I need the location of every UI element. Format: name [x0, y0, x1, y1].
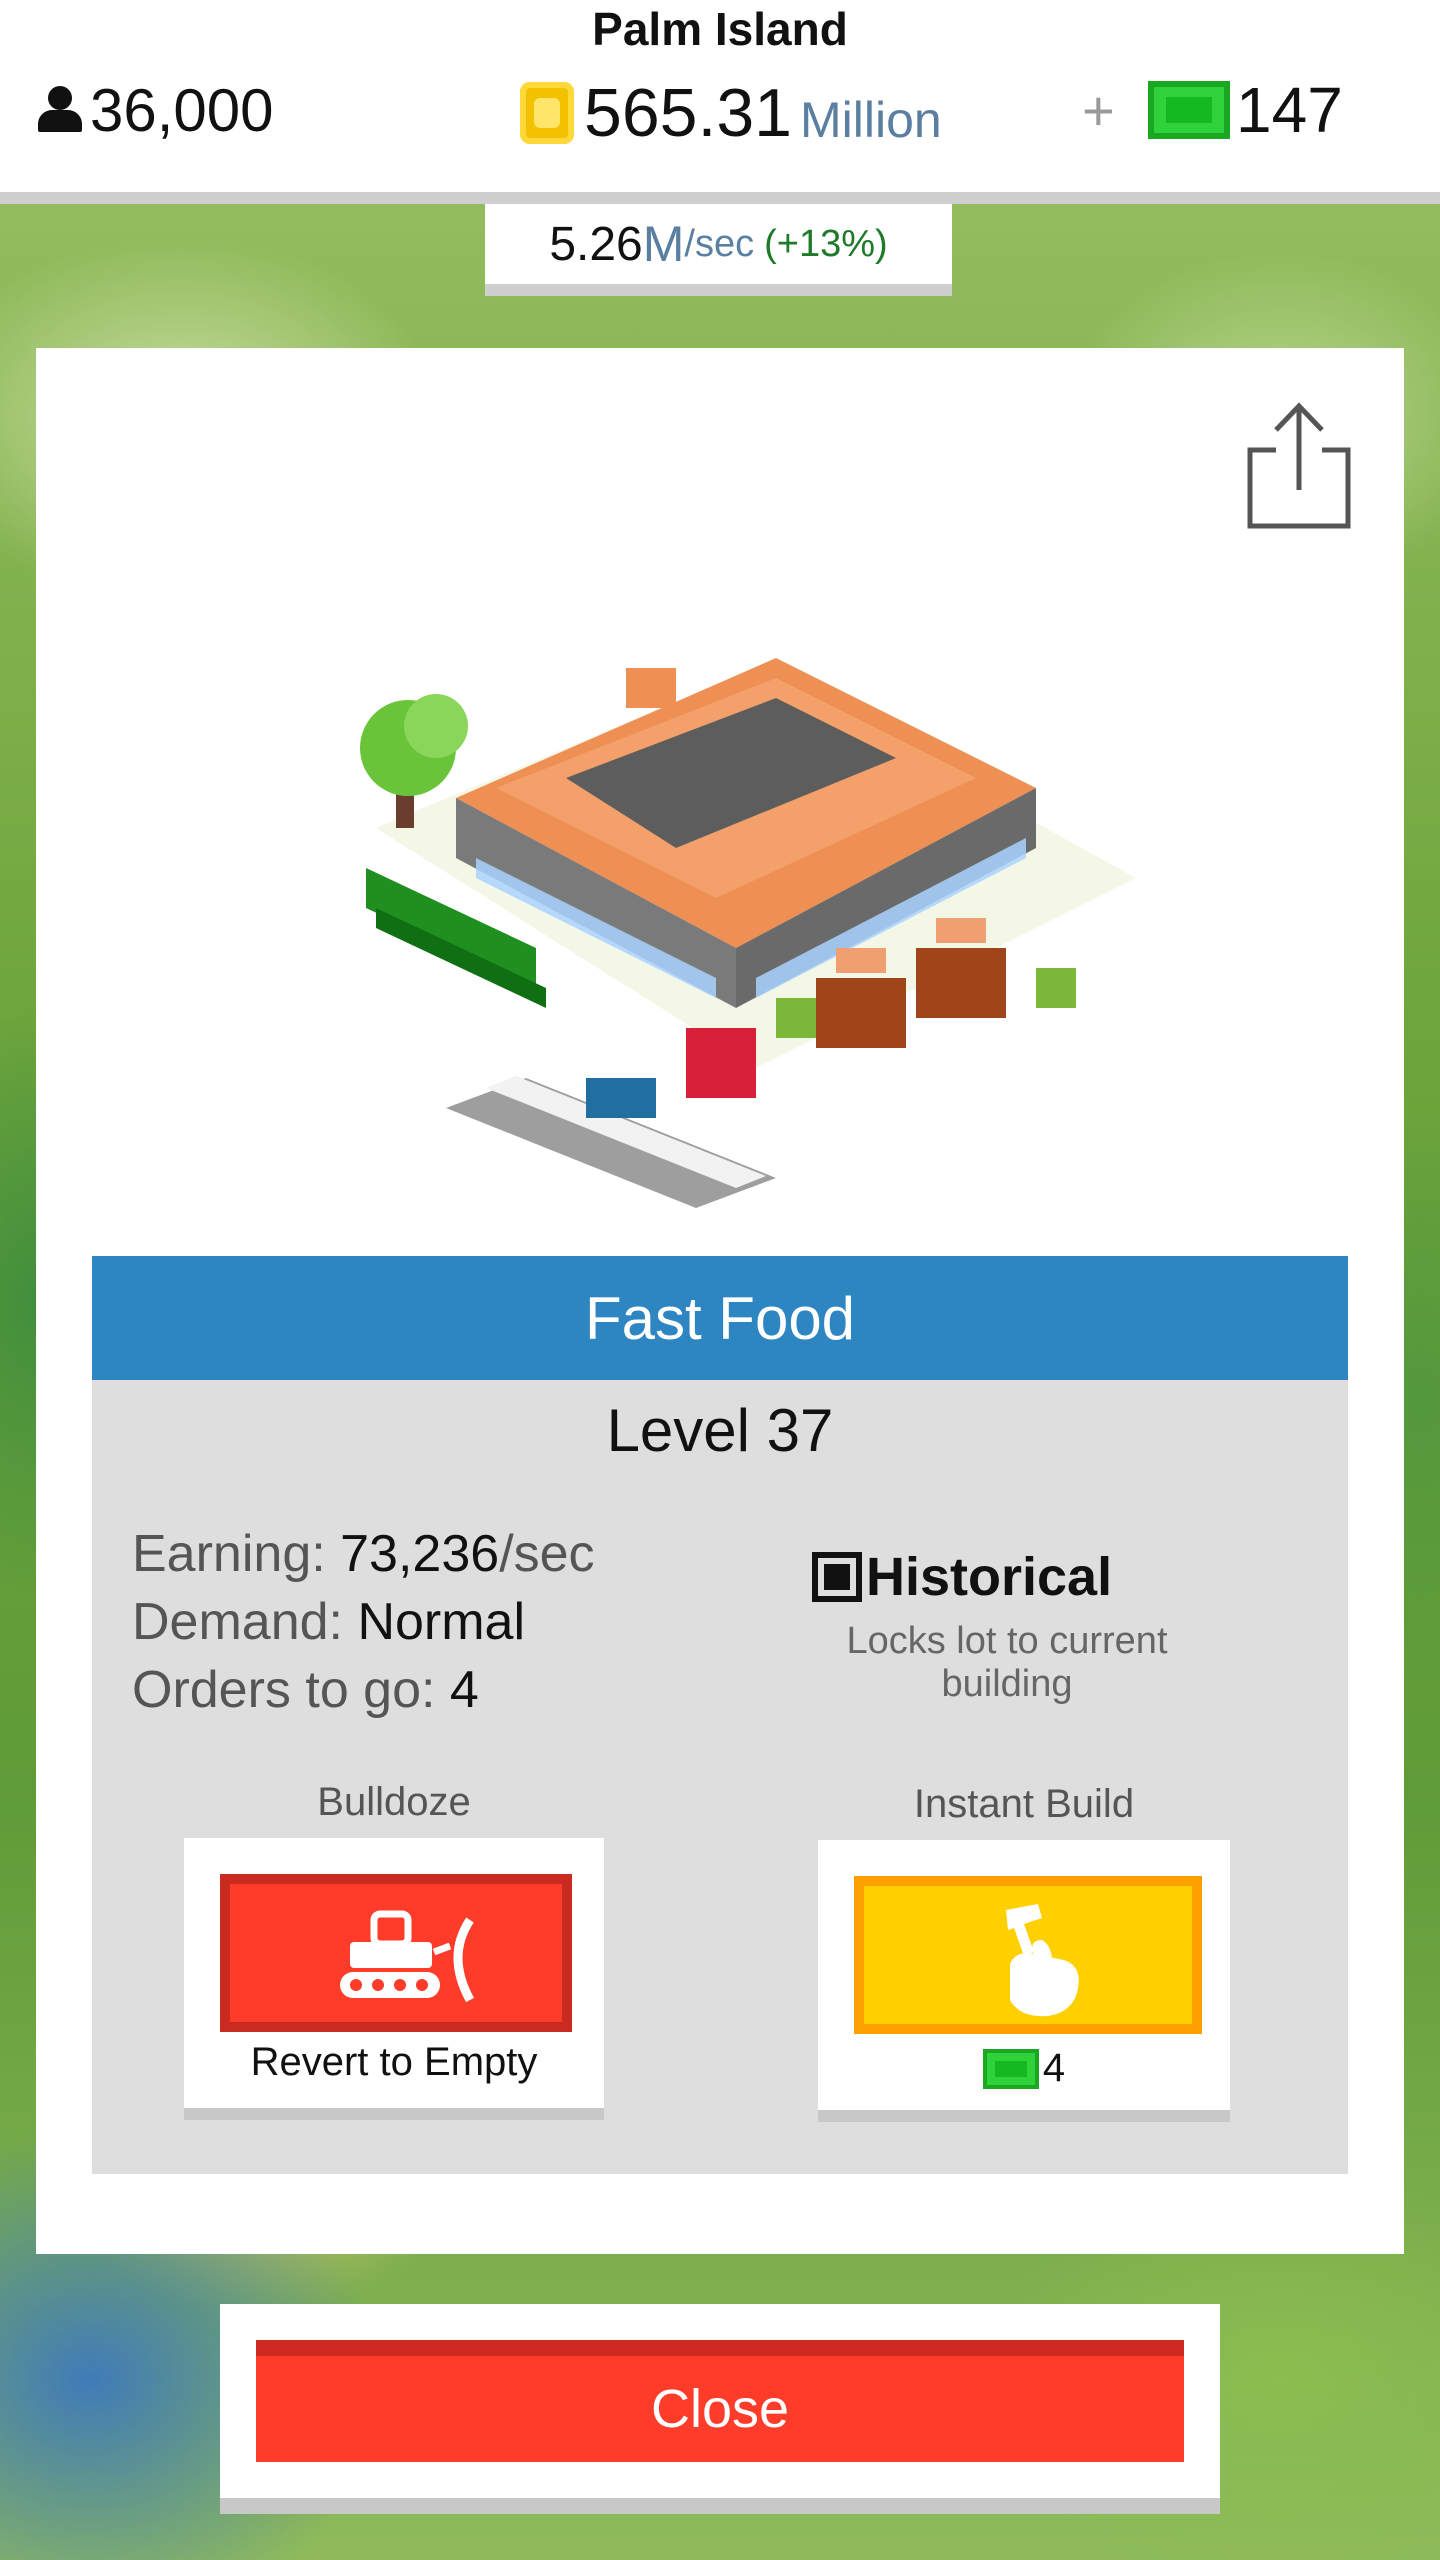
cash-value: 147	[1236, 74, 1343, 146]
hammer-hand-icon	[1006, 1904, 1079, 2017]
person-icon	[38, 86, 82, 134]
info-panel: Fast Food Level 37 Earning: 73,236/sec D…	[92, 1256, 1348, 2174]
building-image	[360, 658, 1136, 1208]
earning-value: 73,236	[340, 1525, 500, 1583]
share-icon[interactable]	[1246, 400, 1352, 530]
historical-toggle[interactable]: Historical	[812, 1546, 1112, 1608]
coin-icon	[520, 82, 574, 144]
population-counter: 36,000	[38, 70, 274, 150]
historical-label: Historical	[866, 1547, 1113, 1607]
demand-value: Normal	[357, 1593, 526, 1651]
bulldozer-icon	[340, 1910, 474, 2003]
money-counter: 565.31 Million	[520, 68, 942, 158]
population-value: 36,000	[90, 76, 274, 144]
building-name: Fast Food	[92, 1256, 1348, 1380]
add-cash-button[interactable]: +	[1082, 78, 1115, 143]
cash-counter[interactable]: 147	[1148, 70, 1343, 150]
earning-unit: /sec	[499, 1525, 595, 1583]
rate-value: 5.26	[549, 217, 643, 271]
rate-bonus: (+13%)	[764, 222, 888, 265]
close-button[interactable]: Close	[256, 2340, 1184, 2462]
building-info-card: Fast Food Level 37 Earning: 73,236/sec D…	[36, 348, 1404, 2254]
instant-build-button[interactable]	[854, 1876, 1202, 2034]
building-level: Level 37	[606, 1397, 834, 1464]
island-name: Palm Island	[592, 3, 848, 55]
instant-build-title: Instant Build	[913, 1782, 1135, 1826]
cash-icon	[982, 2048, 1039, 2089]
earning-label: Earning:	[132, 1525, 341, 1583]
bulldoze-label: Revert to Empty	[250, 2040, 538, 2084]
top-bar: Palm Island 36,000 565.31 Million + 147	[0, 0, 1440, 204]
instant-cost-value: 4	[1042, 2046, 1066, 2090]
rate-unit-m: M	[642, 216, 685, 272]
historical-description: Locks lot to current building	[846, 1620, 1168, 1705]
cash-icon	[1148, 81, 1230, 139]
bulldoze-title: Bulldoze	[317, 1780, 471, 1824]
instant-build-cost: 4	[818, 2046, 1230, 2091]
income-rate: 5.26 M/sec (+13%)	[485, 204, 952, 296]
orders-label: Orders to go:	[132, 1661, 450, 1719]
orders-row: Orders to go: 4	[132, 1656, 595, 1724]
earning-row: Earning: 73,236/sec	[132, 1520, 595, 1588]
demand-row: Demand: Normal	[132, 1588, 595, 1656]
orders-value: 4	[449, 1661, 479, 1719]
money-value: 565.31	[584, 75, 792, 151]
demand-label: Demand:	[132, 1593, 358, 1651]
bulldoze-button[interactable]	[220, 1874, 572, 2032]
rate-unit-sec: /sec	[684, 222, 755, 265]
money-unit: Million	[799, 92, 942, 148]
building-stats: Earning: 73,236/sec Demand: Normal Order…	[132, 1520, 595, 1724]
bulldoze-panel: Revert to Empty	[184, 1838, 604, 2120]
instant-build-panel: 4	[818, 1840, 1230, 2122]
close-panel: Close	[220, 2304, 1220, 2514]
checkbox-icon[interactable]	[812, 1552, 862, 1602]
